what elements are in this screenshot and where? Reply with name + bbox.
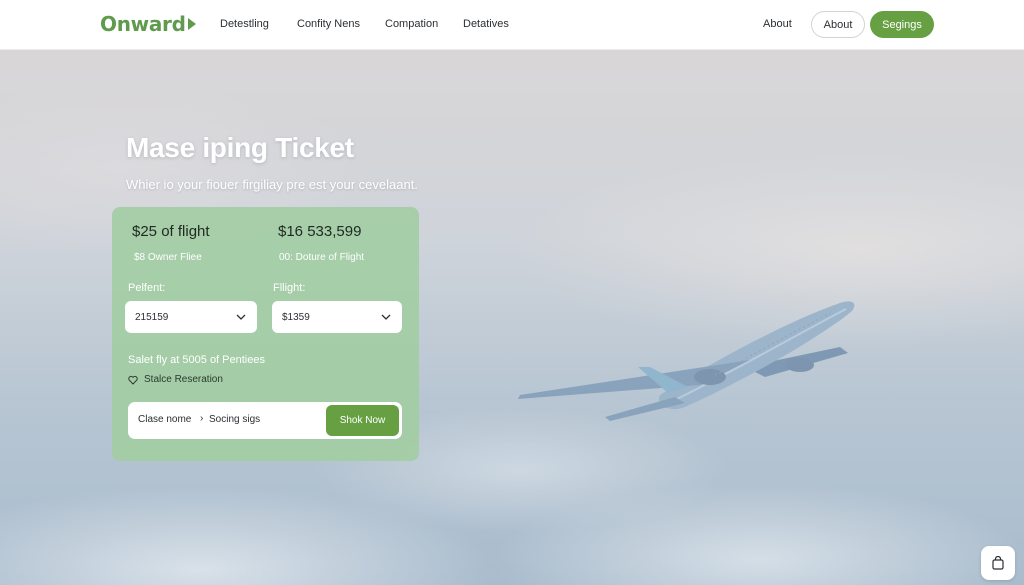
field-right-label: Fllight: [273,282,306,294]
select-left[interactable]: 215159 [125,301,257,333]
price-left: $25 of flight [132,223,210,240]
chevron-down-icon [381,314,391,320]
signup-button[interactable]: Segings [870,11,934,38]
price-right-note: 00: Doture of Flight [279,252,365,263]
logo-text: Onward [100,12,186,36]
arrow-right-icon [187,18,196,30]
select-left-value: 215159 [135,311,169,323]
about-link[interactable]: About [763,18,792,30]
book-now-button[interactable]: Shok Now [326,405,399,436]
nav-link-3[interactable]: Compation [385,18,438,30]
nav-link-1[interactable]: Detestling [220,18,269,30]
shopping-bag-button[interactable] [981,546,1015,580]
price-right: $16 533,599 [278,223,362,240]
field-left-label: Pelfent: [128,282,166,294]
logo[interactable]: Onward [100,12,196,36]
promo-text: Salet fly at 5005 of Pentiees [128,354,265,366]
top-navigation-bar: Onward Detestling Confity Nens Compation… [0,0,1024,50]
select-right[interactable]: $1359 [272,301,402,333]
guarantee-text: Stalce Reseration [144,374,223,385]
booking-bar-left[interactable]: Clase nome [138,414,191,425]
select-right-value: $1359 [282,311,310,323]
nav-link-2[interactable]: Confity Nens [297,18,360,30]
hero-subtitle: Whier io your fiouer firgiliay pre est y… [126,177,418,192]
chevron-down-icon [236,314,246,320]
booking-card: $25 of flight $8 Owner Fliee $16 533,599… [112,207,419,461]
price-left-note: $8 Owner Fliee [134,252,202,263]
chevron-right-icon: › [200,413,204,424]
booking-bar: Clase nome › Socing sigs Shok Now [128,402,402,439]
guarantee-row: Stalce Reseration [128,374,223,385]
hero-title: Mase iping Ticket [126,132,354,163]
about-button[interactable]: About [811,11,865,38]
bag-icon [992,556,1004,570]
booking-bar-right[interactable]: Socing sigs [209,414,260,425]
airplane-illustration [518,301,855,421]
nav-link-4[interactable]: Detatives [463,18,509,30]
heart-shield-icon [128,375,138,385]
